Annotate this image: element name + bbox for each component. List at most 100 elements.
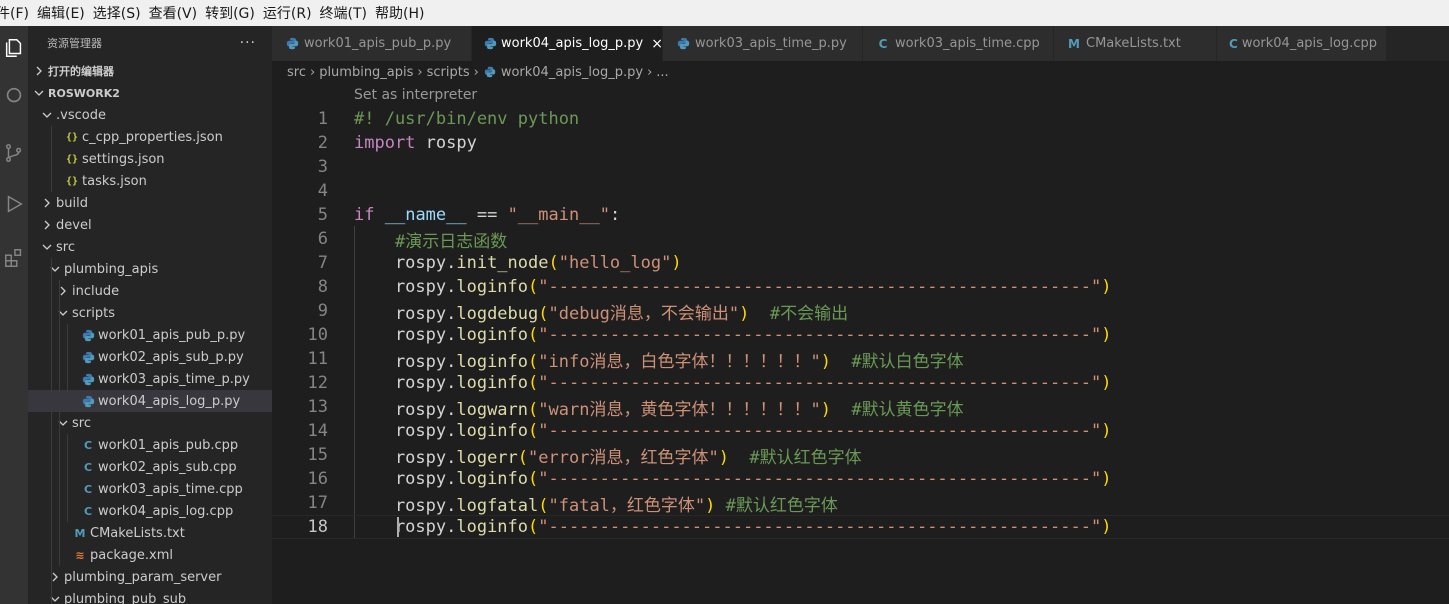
tree-item[interactable]: .vscode [28,104,272,126]
code-token: ) [820,351,831,372]
source-control-icon[interactable] [0,133,28,173]
editor-tab[interactable]: work04_apis_log_p.py × [472,26,663,61]
menu-item[interactable]: 选择(S) [93,3,147,23]
tree-indent-guide [59,522,60,544]
code-text: rospy.loginfo("-------------------------… [354,469,1112,489]
code-token: rospy [415,133,477,153]
chevron-right-icon: › [647,64,653,80]
python-file-icon [284,36,300,52]
line-number: 4 [317,181,328,201]
line-number: 7 [317,253,328,273]
code-token: loginfo [456,373,529,393]
code-token: logfatal [456,495,539,516]
code-token: #不会输出 [769,303,849,324]
menu-item[interactable]: 终端(T) [320,3,373,23]
breadcrumb-item[interactable]: work04_apis_log_p.py [501,65,643,80]
tree-indent-guide [51,390,52,412]
tab-label: work04_apis_log.cpp [1241,36,1378,51]
tree-item[interactable]: Cwork04_apis_log.cpp [28,500,272,522]
chevron-right-icon: › [309,64,316,80]
open-editors-label: 打开的编辑器 [48,65,114,78]
code-token: == [466,205,508,225]
code-token: ( [538,495,549,516]
tree-item[interactable]: Cwork02_apis_sub.cpp [28,456,272,478]
editor-tab[interactable]: Cwork04_apis_log.cpp [1217,26,1387,61]
tree-indent-guide [59,280,60,302]
breadcrumb-item[interactable]: scripts [427,65,470,80]
run-debug-icon[interactable] [0,184,28,224]
tree-item[interactable]: build [28,192,272,214]
editor-tab[interactable]: work01_apis_pub_p.py [272,26,472,61]
open-editors-section[interactable]: 打开的编辑器 [28,60,272,82]
code-text: rospy.loginfo("info消息，白色字体！！！！！！") #默认白色… [354,347,964,372]
tree-indent-guide [67,456,68,478]
code-token: ) [1101,421,1112,441]
code-token: __name__ [384,205,467,225]
code-text: rospy.loginfo("-------------------------… [354,421,1112,441]
code-text: #演示日志函数 [354,227,507,252]
tree-item-label: CMakeLists.txt [90,525,185,541]
tree-item[interactable]: {} c_cpp_properties.json [28,126,272,148]
tree-item[interactable]: plumbing_pub_sub [28,588,272,604]
more-actions-icon[interactable]: ··· [240,35,256,51]
menu-item[interactable]: 转到(G) [205,3,261,23]
cpp-file-icon: C [83,438,93,452]
extensions-icon[interactable] [0,238,28,278]
tree-item[interactable]: scripts [28,302,272,324]
tree-item[interactable]: Cwork01_apis_pub.cpp [28,434,272,456]
workspace-section[interactable]: ROSWORK2 [28,82,272,104]
explorer-title: 资源管理器 [47,37,102,50]
cpp-file-icon: C [83,460,93,474]
tree-item[interactable]: Cwork03_apis_time.cpp [28,478,272,500]
breadcrumb-item[interactable]: plumbing_apis [319,65,413,80]
tree-item[interactable]: plumbing_param_server [28,566,272,588]
tree-item[interactable]: work03_apis_time_p.py [28,368,272,390]
breadcrumb-item[interactable]: src [287,65,306,80]
menu-item[interactable]: 查看(V) [149,3,204,23]
code-token: ( [528,399,539,420]
tree-indent-guide [67,500,68,522]
code-token: loginfo [456,325,529,345]
tree-item[interactable]: src [28,412,272,434]
tree-item[interactable]: M CMakeLists.txt [28,522,272,544]
menu-item[interactable]: 运行(R) [263,3,318,23]
menu-item[interactable]: 帮助(H) [375,3,430,23]
code-line: 14 rospy.loginfo("----------------------… [272,419,1449,443]
editor-tab[interactable]: M CMakeLists.txt [1054,26,1217,61]
tree-item[interactable]: include [28,280,272,302]
tree-item[interactable]: work02_apis_sub_p.py [28,346,272,368]
chevron-down-icon [40,239,54,255]
line-number: 11 [307,349,328,369]
code-token: ) [820,399,831,420]
search-icon[interactable] [0,76,28,116]
editor-tab[interactable]: work03_apis_time_p.py [663,26,863,61]
code-text: rospy.loginfo("-------------------------… [354,517,1112,537]
tree-indent-guide [51,368,52,390]
tree-indent-guide [51,148,52,170]
tree-item[interactable]: plumbing_apis [28,258,272,280]
breadcrumb-item[interactable]: ... [656,65,668,80]
tree-item[interactable]: {} settings.json [28,148,272,170]
code-token: ( [538,303,549,324]
tree-item[interactable]: src [28,236,272,258]
tree-item[interactable]: work04_apis_log_p.py [28,390,272,412]
code-token: ( [528,351,539,372]
code-line: 13 rospy.logwarn("warn消息，黄色字体！！！！！！") #默… [272,395,1449,420]
code-token: ) [1101,469,1112,489]
code-token: "---------------------------------------… [538,373,1102,393]
tree-item[interactable]: {} tasks.json [28,170,272,192]
tree-item[interactable]: ≋ package.xml [28,544,272,566]
code-line: 2 import rospy [272,131,1449,155]
codelens-set-interpreter[interactable]: Set as interpreter [354,87,477,103]
explorer-icon[interactable] [0,28,28,68]
menu-item[interactable]: 件(F) [0,3,35,23]
tree-item[interactable]: devel [28,214,272,236]
tree-item[interactable]: work01_apis_pub_p.py [28,324,272,346]
tree-indent-guide [51,500,52,522]
tree-item-label: build [56,195,88,211]
menu-item[interactable]: 编辑(E) [37,3,91,23]
code-line: 9 rospy.logdebug("debug消息，不会输出") #不会输出 [272,299,1449,324]
close-icon[interactable]: × [651,36,663,52]
code-editor[interactable]: Set as interpreter 1 #! /usr/bin/env pyth… [272,83,1449,604]
editor-tab[interactable]: Cwork03_apis_time.cpp [863,26,1054,61]
